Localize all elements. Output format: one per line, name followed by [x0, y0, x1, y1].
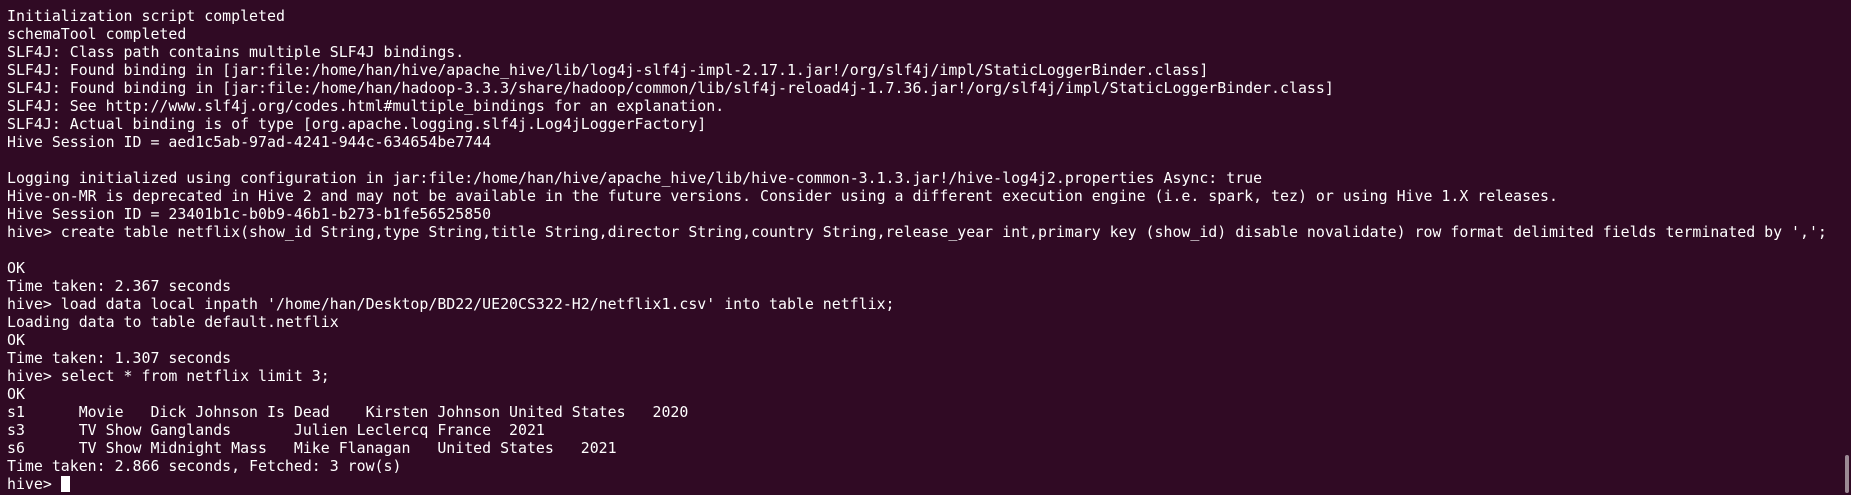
- terminal-line: hive> create table netflix(show_id Strin…: [7, 223, 1827, 241]
- terminal-line: OK: [7, 385, 25, 403]
- terminal-line: Logging initialized using configuration …: [7, 169, 1263, 187]
- terminal-line: s6 TV Show Midnight Mass Mike Flanagan U…: [7, 439, 617, 457]
- terminal-line: SLF4J: Actual binding is of type [org.ap…: [7, 115, 707, 133]
- terminal-line: s1 Movie Dick Johnson Is Dead Kirsten Jo…: [7, 403, 689, 421]
- terminal-line: Hive Session ID = 23401b1c-b0b9-46b1-b27…: [7, 205, 492, 223]
- terminal-line: SLF4J: Class path contains multiple SLF4…: [7, 43, 465, 61]
- terminal-window[interactable]: Initialization script completed schemaTo…: [0, 0, 1851, 495]
- terminal-prompt: hive>: [7, 475, 61, 493]
- terminal-line: Time taken: 2.367 seconds: [7, 277, 232, 295]
- terminal-line: SLF4J: Found binding in [jar:file:/home/…: [7, 61, 1209, 79]
- terminal-line: SLF4J: See http://www.slf4j.org/codes.ht…: [7, 97, 725, 115]
- terminal-line: s3 TV Show Ganglands Julien Leclercq Fra…: [7, 421, 545, 439]
- terminal-line: schemaTool completed: [7, 25, 187, 43]
- terminal-line: Time taken: 1.307 seconds: [7, 349, 232, 367]
- terminal-line: OK: [7, 331, 25, 349]
- terminal-line: Initialization script completed: [7, 7, 285, 25]
- terminal-line: Hive Session ID = aed1c5ab-97ad-4241-944…: [7, 133, 492, 151]
- terminal-line: Time taken: 2.866 seconds, Fetched: 3 ro…: [7, 457, 402, 475]
- terminal-line: Loading data to table default.netflix: [7, 313, 339, 331]
- terminal-line: Hive-on-MR is deprecated in Hive 2 and m…: [7, 187, 1558, 205]
- terminal-line: SLF4J: Found binding in [jar:file:/home/…: [7, 79, 1334, 97]
- terminal-input-line[interactable]: hive>: [7, 475, 1851, 493]
- vertical-scrollbar[interactable]: [1845, 455, 1849, 493]
- terminal-line: OK: [7, 259, 25, 277]
- terminal-output: Initialization script completed schemaTo…: [7, 7, 1851, 493]
- terminal-line: hive> load data local inpath '/home/han/…: [7, 295, 895, 313]
- terminal-line: hive> select * from netflix limit 3;: [7, 367, 330, 385]
- text-cursor: [60, 476, 70, 492]
